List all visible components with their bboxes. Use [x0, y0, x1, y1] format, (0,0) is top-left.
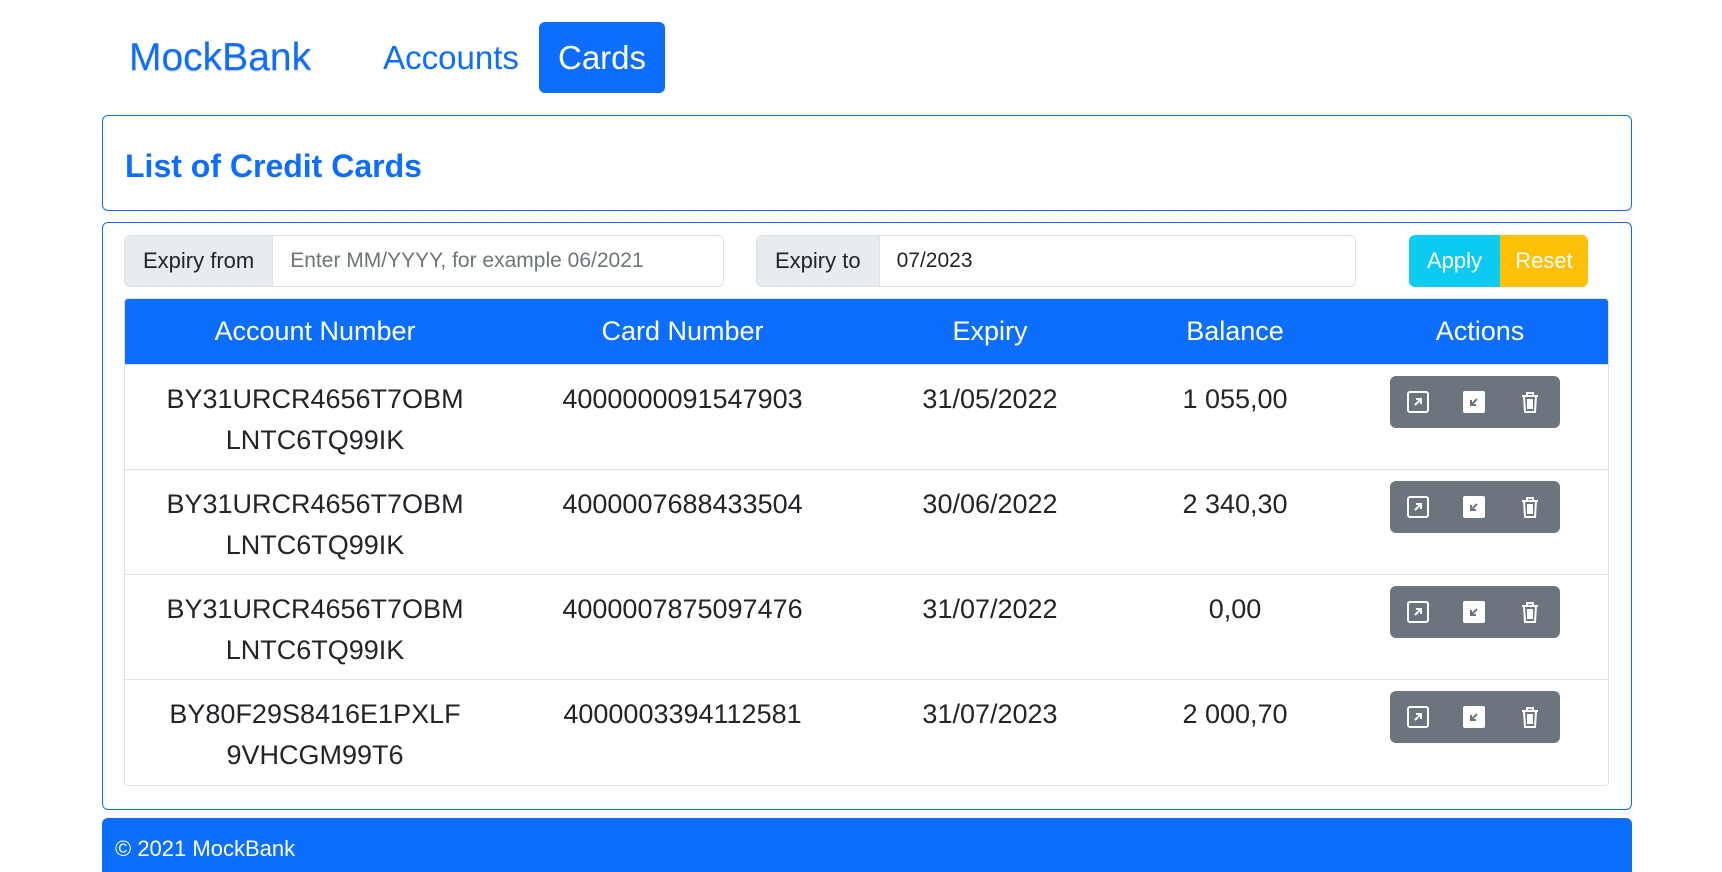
trash-icon[interactable] [1516, 598, 1544, 626]
column-header-balance: Balance [1186, 316, 1284, 346]
page-header-card: List of Credit Cards [102, 115, 1632, 211]
reset-button[interactable]: Reset [1500, 235, 1588, 287]
minimize-icon[interactable] [1460, 703, 1488, 731]
card-number-cell: 4000007875097476 [562, 594, 803, 624]
account-number-cell: BY31URCR4656T7OBMLNTC6TQ99IK [166, 384, 464, 455]
expiry-cell: 31/05/2022 [922, 384, 1058, 414]
account-number-cell: BY31URCR4656T7OBMLNTC6TQ99IK [166, 594, 464, 665]
column-header-card-number: Card Number [601, 316, 764, 346]
card-number-cell: 4000007688433504 [562, 489, 803, 519]
expiry-from-input[interactable] [273, 236, 723, 286]
expiry-from-label: Expiry from [125, 236, 274, 286]
expiry-cell: 31/07/2023 [922, 699, 1058, 729]
row-actions [1390, 586, 1560, 638]
column-header-expiry: Expiry [952, 316, 1028, 346]
card-number-cell: 4000003394112581 [563, 699, 802, 729]
row-actions [1390, 376, 1560, 428]
page-footer: © 2021 MockBank [102, 818, 1632, 872]
open-external-icon[interactable] [1404, 598, 1432, 626]
nav-cards[interactable]: Cards [539, 22, 665, 93]
open-external-icon[interactable] [1404, 388, 1432, 416]
table-row: BY80F29S8416E1PXLF9VHCGM99T6 40000033941… [125, 679, 1608, 784]
table-header: Account Number Card Number Expiry Balanc… [125, 299, 1608, 364]
expiry-to-group: Expiry to [756, 235, 1356, 287]
balance-cell: 0,00 [1208, 594, 1262, 624]
cards-table: Account Number Card Number Expiry Balanc… [124, 298, 1609, 786]
apply-button[interactable]: Apply [1409, 235, 1500, 287]
trash-icon[interactable] [1516, 493, 1544, 521]
page-title: List of Credit Cards [125, 148, 422, 184]
expiry-cell: 31/07/2022 [922, 594, 1058, 624]
column-header-actions: Actions [1435, 316, 1525, 346]
expiry-from-group: Expiry from [124, 235, 724, 287]
account-number-cell: BY80F29S8416E1PXLF9VHCGM99T6 [169, 699, 461, 770]
minimize-icon[interactable] [1460, 388, 1488, 416]
open-external-icon[interactable] [1404, 703, 1432, 731]
top-navbar: MockBank Accounts Cards [0, 0, 1722, 104]
table-row: BY31URCR4656T7OBMLNTC6TQ99IK 40000000915… [125, 364, 1608, 469]
row-actions [1390, 481, 1560, 533]
footer-copyright: © 2021 MockBank [115, 836, 296, 861]
row-actions [1390, 691, 1560, 743]
table-row: BY31URCR4656T7OBMLNTC6TQ99IK 40000076884… [125, 469, 1608, 574]
nav-accounts[interactable]: Accounts [376, 22, 526, 93]
expiry-to-label: Expiry to [757, 236, 880, 286]
account-number-cell: BY31URCR4656T7OBMLNTC6TQ99IK [166, 489, 464, 560]
minimize-icon[interactable] [1460, 493, 1488, 521]
balance-cell: 2 000,70 [1182, 699, 1288, 729]
card-number-cell: 4000000091547903 [562, 384, 803, 414]
expiry-cell: 30/06/2022 [922, 489, 1058, 519]
trash-icon[interactable] [1516, 703, 1544, 731]
open-external-icon[interactable] [1404, 493, 1432, 521]
minimize-icon[interactable] [1460, 598, 1488, 626]
brand-logo[interactable]: MockBank [129, 34, 311, 82]
expiry-to-input[interactable] [879, 236, 1355, 286]
balance-cell: 1 055,00 [1182, 384, 1288, 414]
table-row: BY31URCR4656T7OBMLNTC6TQ99IK 40000078750… [125, 574, 1608, 679]
trash-icon[interactable] [1516, 388, 1544, 416]
balance-cell: 2 340,30 [1182, 489, 1288, 519]
column-header-account-number: Account Number [214, 316, 416, 346]
